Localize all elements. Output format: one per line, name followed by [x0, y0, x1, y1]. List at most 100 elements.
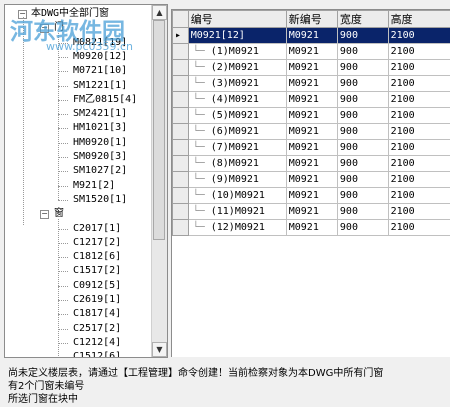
grid-header-id[interactable]: 编号 — [187, 10, 287, 28]
cell-new-id[interactable]: M0921 — [285, 59, 338, 76]
tree-group-windows[interactable]: 窗 — [54, 207, 64, 221]
cell-width[interactable]: 900 — [336, 107, 389, 124]
grid-row[interactable]: └─ (5)M0921 M0921 900 2100 — [172, 107, 450, 124]
tree-item-window[interactable]: C1217[2] — [73, 236, 121, 250]
tree-item-door[interactable]: FM乙0815[4] — [73, 93, 137, 107]
grid-row[interactable]: └─ (9)M0921 M0921 900 2100 — [172, 171, 450, 188]
cell-new-id[interactable]: M0921 — [285, 155, 338, 172]
cell-new-id[interactable]: M0921 — [285, 123, 338, 140]
row-indicator[interactable] — [172, 155, 189, 172]
cell-height[interactable]: 2100 — [387, 91, 450, 108]
tree-item-window[interactable]: C2517[2] — [73, 322, 121, 336]
grid-row[interactable]: └─ (4)M0921 M0921 900 2100 — [172, 91, 450, 108]
tree-item-window[interactable]: C1212[4] — [73, 336, 121, 350]
window-group-collapse-icon[interactable]: − — [40, 210, 49, 220]
row-indicator[interactable] — [172, 139, 189, 156]
tree-item-window[interactable]: C1512[6] — [73, 350, 121, 357]
grid-row[interactable]: └─ (7)M0921 M0921 900 2100 — [172, 139, 450, 156]
cell-width[interactable]: 900 — [336, 187, 389, 204]
cell-id[interactable]: └─ (5)M0921 — [187, 107, 287, 124]
row-indicator[interactable] — [172, 107, 189, 124]
cell-width[interactable]: 900 — [336, 171, 389, 188]
cell-id[interactable]: └─ (11)M0921 — [187, 203, 287, 220]
cell-width[interactable]: 900 — [336, 43, 389, 60]
row-indicator[interactable]: ▸ — [172, 27, 189, 44]
cell-width[interactable]: 900 — [336, 123, 389, 140]
cell-width[interactable]: 900 — [336, 91, 389, 108]
tree-item-window[interactable]: C1812[6] — [73, 250, 121, 264]
tree-item-door[interactable]: SM1221[1] — [73, 79, 127, 93]
cell-new-id[interactable]: M0921 — [285, 203, 338, 220]
tree-root-label[interactable]: 本DWG中全部门窗 — [31, 7, 109, 21]
row-indicator[interactable] — [172, 59, 189, 76]
row-indicator[interactable] — [172, 75, 189, 92]
tree-group-doors[interactable]: 门 — [54, 21, 64, 35]
cell-width[interactable]: 900 — [336, 219, 389, 236]
tree-item-window[interactable]: C1817[4] — [73, 307, 121, 321]
cell-id[interactable]: └─ (12)M0921 — [187, 219, 287, 236]
cell-height[interactable]: 2100 — [387, 139, 450, 156]
tree-item-window[interactable]: C1517[2] — [73, 264, 121, 278]
cell-new-id[interactable]: M0921 — [285, 187, 338, 204]
cell-width[interactable]: 900 — [336, 75, 389, 92]
row-indicator[interactable] — [172, 187, 189, 204]
cell-height[interactable]: 2100 — [387, 155, 450, 172]
tree-item-window[interactable]: C0912[5] — [73, 279, 121, 293]
cell-id[interactable]: └─ (1)M0921 — [187, 43, 287, 60]
tree-vertical-scrollbar[interactable]: ▲ ▼ — [151, 5, 167, 357]
cell-new-id[interactable]: M0921 — [285, 27, 338, 44]
grid-row[interactable]: └─ (11)M0921 M0921 900 2100 — [172, 203, 450, 220]
cell-width[interactable]: 900 — [336, 155, 389, 172]
cell-height[interactable]: 2100 — [387, 75, 450, 92]
cell-width[interactable]: 900 — [336, 203, 389, 220]
cell-new-id[interactable]: M0921 — [285, 43, 338, 60]
cell-height[interactable]: 2100 — [387, 27, 450, 44]
door-group-collapse-icon[interactable]: − — [40, 24, 49, 34]
cell-id[interactable]: └─ (3)M0921 — [187, 75, 287, 92]
grid-header-height[interactable]: 高度 — [387, 10, 450, 28]
cell-id[interactable]: └─ (9)M0921 — [187, 171, 287, 188]
cell-height[interactable]: 2100 — [387, 171, 450, 188]
tree-item-door[interactable]: M0721[10] — [73, 64, 127, 78]
cell-id[interactable]: └─ (6)M0921 — [187, 123, 287, 140]
cell-new-id[interactable]: M0921 — [285, 107, 338, 124]
tree-item-window[interactable]: C2619[1] — [73, 293, 121, 307]
grid-row[interactable]: └─ (10)M0921 M0921 900 2100 — [172, 187, 450, 204]
tree-item-door[interactable]: SM2421[1] — [73, 107, 127, 121]
tree-item-door[interactable]: SM0920[3] — [73, 150, 127, 164]
grid-header-width[interactable]: 宽度 — [336, 10, 389, 28]
cell-id[interactable]: └─ (10)M0921 — [187, 187, 287, 204]
grid-row[interactable]: └─ (3)M0921 M0921 900 2100 — [172, 75, 450, 92]
grid-row[interactable]: └─ (6)M0921 M0921 900 2100 — [172, 123, 450, 140]
row-indicator[interactable] — [172, 203, 189, 220]
cell-height[interactable]: 2100 — [387, 203, 450, 220]
grid-row[interactable]: └─ (8)M0921 M0921 900 2100 — [172, 155, 450, 172]
row-indicator[interactable] — [172, 219, 189, 236]
cell-height[interactable]: 2100 — [387, 123, 450, 140]
cell-id[interactable]: M0921[12] — [187, 27, 287, 44]
grid-row[interactable]: └─ (2)M0921 M0921 900 2100 — [172, 59, 450, 76]
cell-height[interactable]: 2100 — [387, 59, 450, 76]
cell-new-id[interactable]: M0921 — [285, 219, 338, 236]
tree-item-door[interactable]: M921[2] — [73, 179, 115, 193]
cell-width[interactable]: 900 — [336, 27, 389, 44]
tree-item-door[interactable]: SM1520[1] — [73, 193, 127, 207]
cell-new-id[interactable]: M0921 — [285, 171, 338, 188]
tree-item-door[interactable]: M0821[19] — [73, 36, 127, 50]
tree-item-door[interactable]: HM0920[1] — [73, 136, 127, 150]
cell-height[interactable]: 2100 — [387, 187, 450, 204]
cell-new-id[interactable]: M0921 — [285, 75, 338, 92]
door-window-grid[interactable]: 编号 新编号 宽度 高度 ▸ M0921[12] M0921 900 2100 └─ (1… — [171, 9, 450, 357]
cell-width[interactable]: 900 — [336, 139, 389, 156]
tree-item-window[interactable]: C2017[1] — [73, 222, 121, 236]
row-indicator[interactable] — [172, 171, 189, 188]
tree-item-door[interactable]: SM1027[2] — [73, 164, 127, 178]
door-window-tree[interactable]: − 本DWG中全部门窗 − 门 M0821[19] M0920[12] M0721[10] S… — [4, 4, 168, 358]
grid-header-new-id[interactable]: 新编号 — [285, 10, 338, 28]
cell-height[interactable]: 2100 — [387, 107, 450, 124]
cell-height[interactable]: 2100 — [387, 43, 450, 60]
grid-row[interactable]: └─ (1)M0921 M0921 900 2100 — [172, 43, 450, 60]
cell-width[interactable]: 900 — [336, 59, 389, 76]
row-indicator[interactable] — [172, 43, 189, 60]
tree-item-door[interactable]: HM1021[3] — [73, 121, 127, 135]
